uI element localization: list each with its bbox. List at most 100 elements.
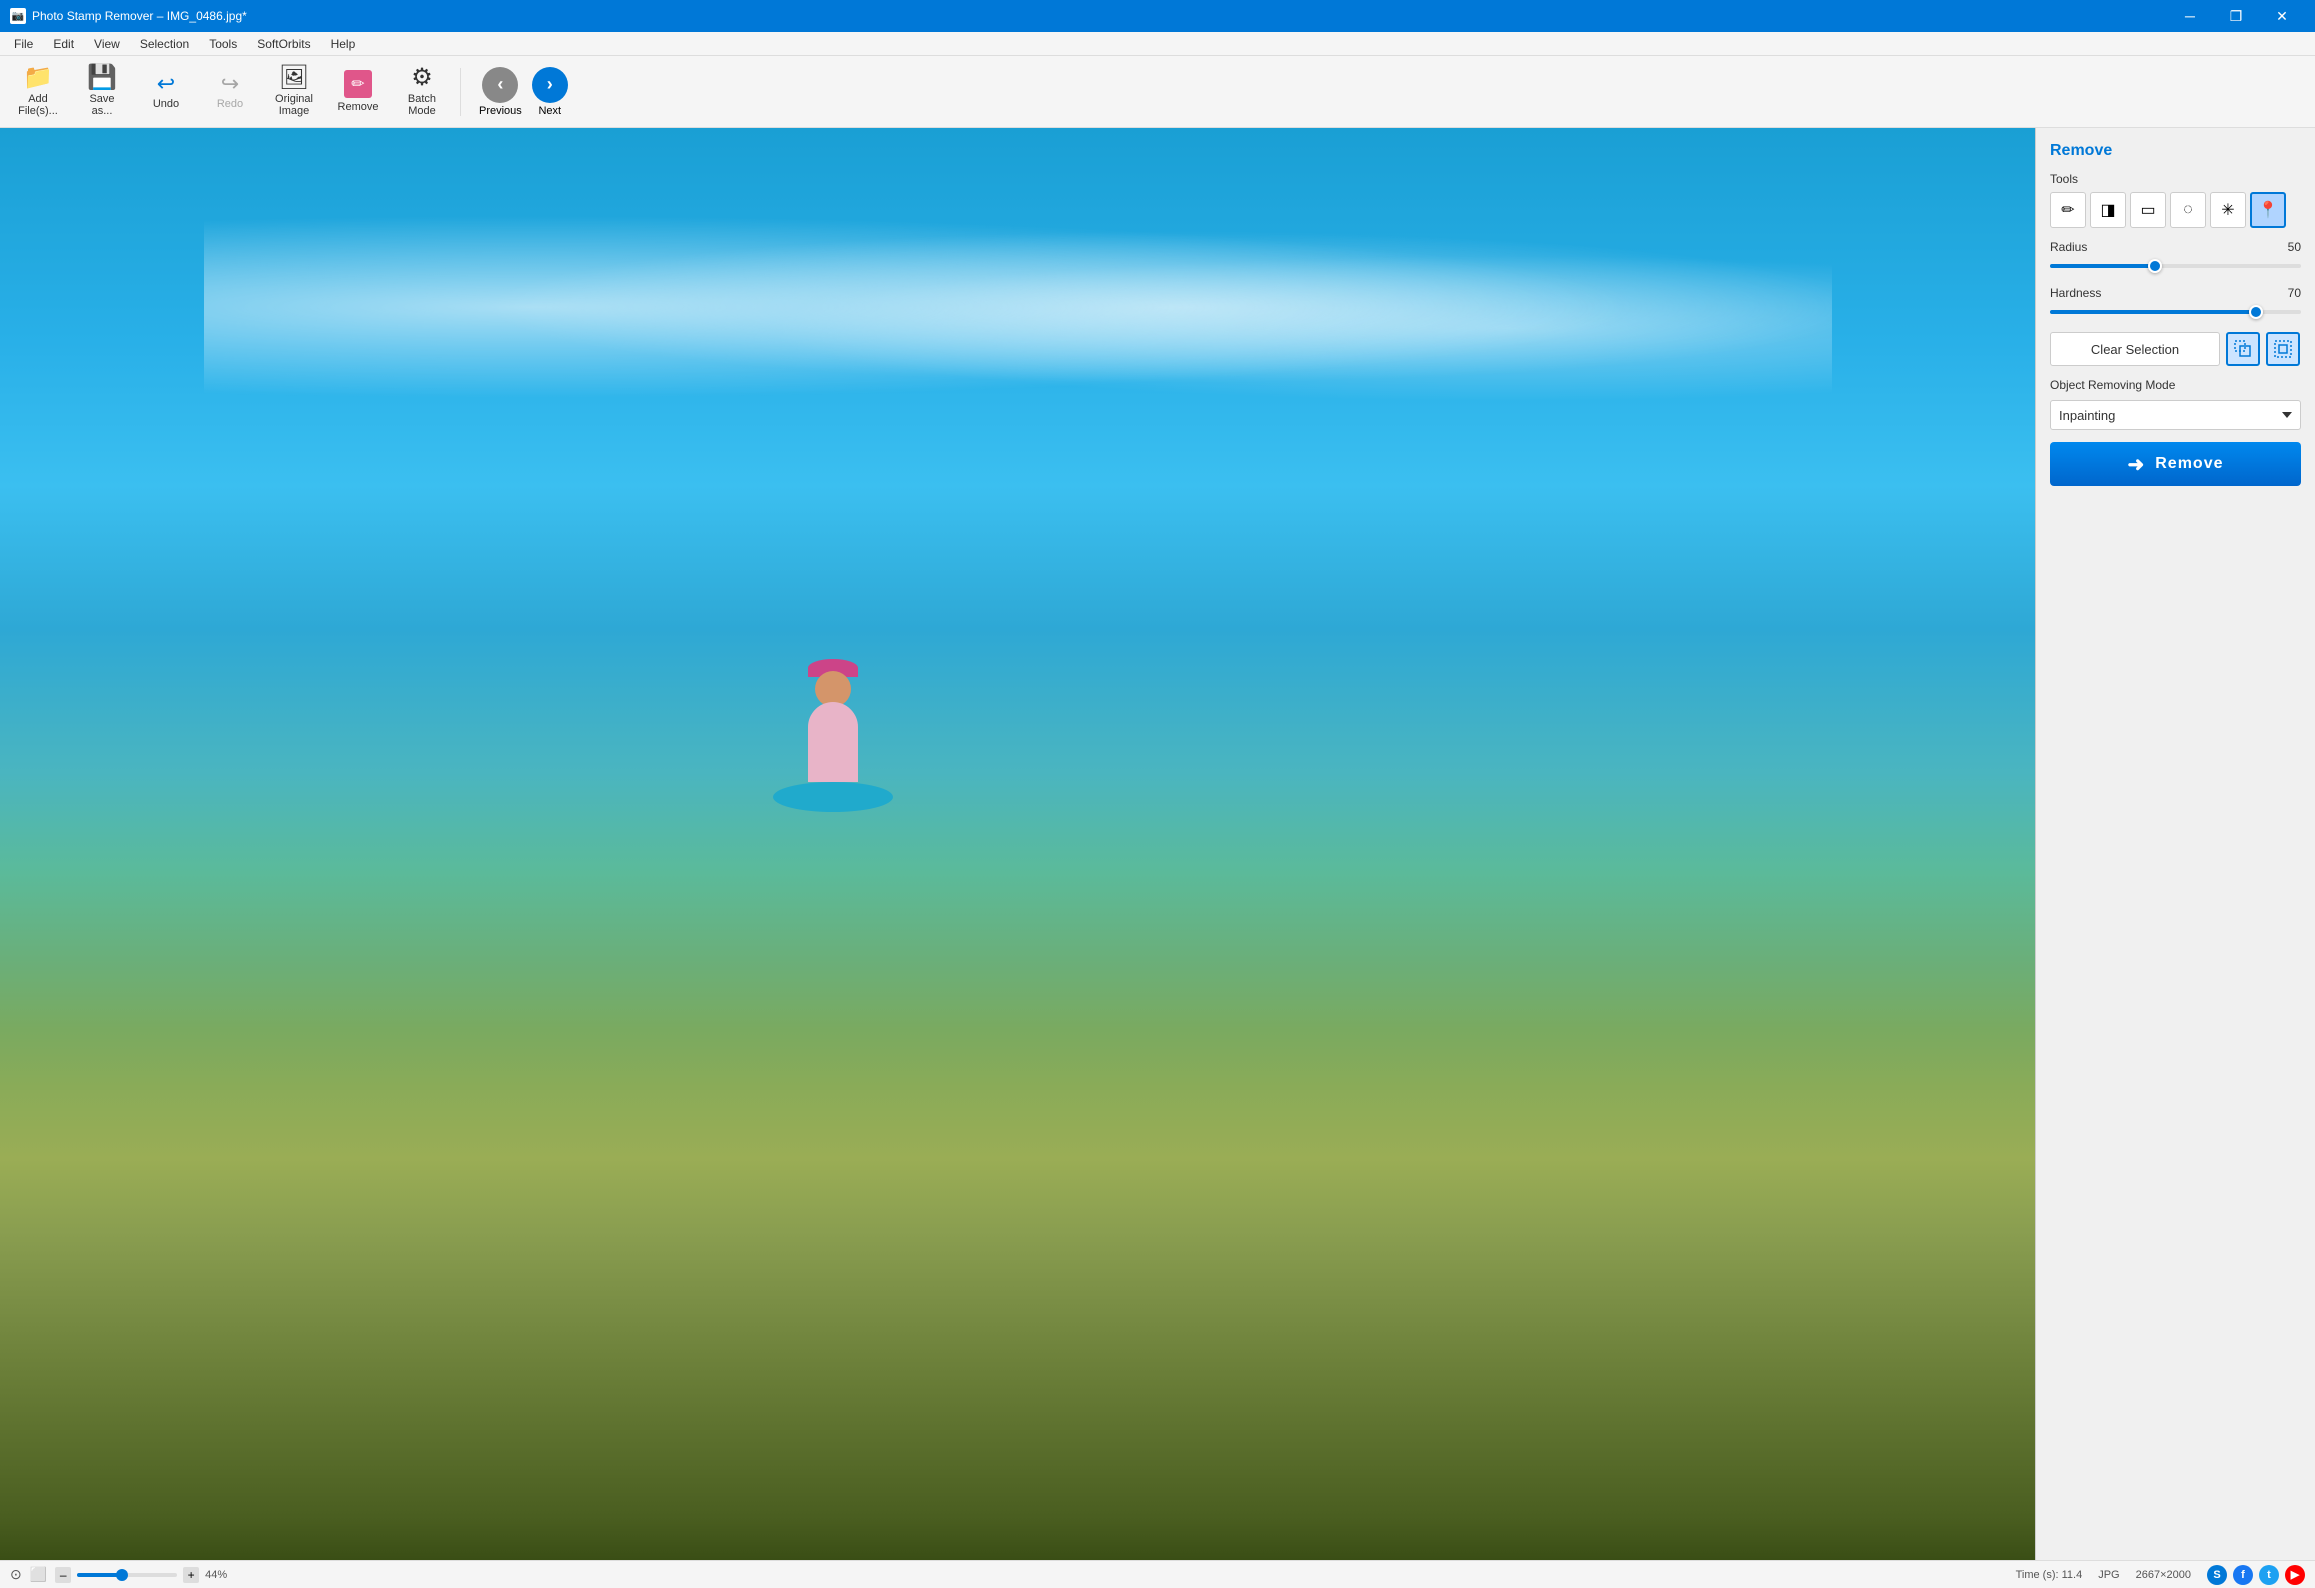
remove-button[interactable]: ➜ Remove [2050,442,2301,486]
twitter-icon[interactable]: t [2259,1565,2279,1585]
contract-selection-icon [2274,340,2292,358]
hardness-fill [2050,310,2256,314]
redo-icon: ↪ [221,73,239,95]
menu-view[interactable]: View [84,35,130,53]
zoom-level: 44% [205,1569,227,1581]
tools-section: Tools ✏ ◨ ▭ ◌ ✳ 📍 [2050,172,2301,228]
radius-track[interactable] [2050,264,2301,268]
undo-icon: ↩ [157,73,175,95]
facebook-icon[interactable]: f [2233,1565,2253,1585]
menu-selection[interactable]: Selection [130,35,199,53]
close-button[interactable]: ✕ [2259,0,2305,32]
menu-file[interactable]: File [4,35,43,53]
zoom-controls: – + 44% [55,1567,227,1583]
next-button[interactable]: › [532,67,568,103]
social-icons: S f t ▶ [2207,1565,2305,1585]
zoom-in-button[interactable]: + [183,1567,199,1583]
app-icon: 📷 [10,8,26,24]
mode-label: Object Removing Mode [2050,378,2301,392]
right-panel: Remove Tools ✏ ◨ ▭ ◌ ✳ 📍 Radius 50 [2035,128,2315,1560]
canvas-area[interactable] [0,128,2035,1560]
save-as-button[interactable]: 💾 Saveas... [72,60,132,124]
mode-dropdown-row: Object Removing Mode Inpainting Content-… [2050,378,2301,430]
title-bar-controls: ─ ❐ ✕ [2167,0,2305,32]
save-label: Saveas... [89,93,114,117]
image-dimensions: 2667×2000 [2136,1569,2191,1581]
mode-dropdown[interactable]: Inpainting Content-Aware Fill Clone [2050,400,2301,430]
hardness-slider-row: Hardness 70 [2050,286,2301,320]
tools-grid: ✏ ◨ ▭ ◌ ✳ 📍 [2050,192,2301,228]
zoom-fit-icon[interactable]: ⊙ [10,1566,22,1583]
next-group: › Next [532,67,568,117]
menu-help[interactable]: Help [321,35,366,53]
menu-softorbits[interactable]: SoftOrbits [247,35,320,53]
tools-label: Tools [2050,172,2301,186]
panel-title: Remove [2050,142,2301,160]
remove-toolbar-button[interactable]: ✏ Remove [328,60,388,124]
original-image-button[interactable]: 🖼 OriginalImage [264,60,324,124]
selection-expand-button[interactable] [2226,332,2260,366]
radius-label: Radius [2050,240,2087,254]
hardness-thumb[interactable] [2249,305,2263,319]
original-image-icon: 🖼 [279,66,309,90]
remove-toolbar-icon: ✏ [344,70,372,98]
previous-label: Previous [479,105,522,117]
time-value: 11.4 [2062,1569,2083,1581]
hardness-label: Hardness [2050,286,2101,300]
selection-contract-button[interactable] [2266,332,2300,366]
redo-button[interactable]: ↪ Redo [200,60,260,124]
zoom-select-icon[interactable]: ⬜ [30,1566,47,1583]
restore-button[interactable]: ❐ [2213,0,2259,32]
zoom-slider-track[interactable] [77,1573,177,1577]
tool-stamp-select[interactable]: 📍 [2250,192,2286,228]
kayak-boat [773,782,893,812]
tool-lasso[interactable]: ◌ [2170,192,2206,228]
youtube-icon[interactable]: ▶ [2285,1565,2305,1585]
radius-fill [2050,264,2155,268]
minimize-button[interactable]: ─ [2167,0,2213,32]
radius-slider-row: Radius 50 [2050,240,2301,274]
undo-button[interactable]: ↩ Undo [136,60,196,124]
undo-label: Undo [153,98,179,110]
status-bar-right: Time (s): 11.4 JPG 2667×2000 S f t ▶ [2016,1565,2305,1585]
title-bar: 📷 Photo Stamp Remover – IMG_0486.jpg* ─ … [0,0,2315,32]
tool-eraser[interactable]: ◨ [2090,192,2126,228]
status-bar: ⊙ ⬜ – + 44% Time (s): 11.4 JPG 2667×2000… [0,1560,2315,1588]
hardness-header: Hardness 70 [2050,286,2301,300]
tool-brush[interactable]: ✏ [2050,192,2086,228]
radius-thumb[interactable] [2148,259,2162,273]
add-files-button[interactable]: 📁 AddFile(s)... [8,60,68,124]
tool-rect-select[interactable]: ▭ [2130,192,2166,228]
nav-group: ‹ Previous › Next [469,67,578,117]
radius-header: Radius 50 [2050,240,2301,254]
save-icon: 💾 [87,66,117,90]
file-format: JPG [2098,1569,2119,1581]
window-title: Photo Stamp Remover – IMG_0486.jpg* [32,9,247,23]
title-bar-left: 📷 Photo Stamp Remover – IMG_0486.jpg* [10,8,247,24]
menu-tools[interactable]: Tools [199,35,247,53]
hardness-value: 70 [2288,286,2301,300]
next-label: Next [538,105,561,117]
batch-mode-button[interactable]: ⚙ BatchMode [392,60,452,124]
previous-button[interactable]: ‹ [482,67,518,103]
softorbits-icon[interactable]: S [2207,1565,2227,1585]
zoom-thumb[interactable] [116,1569,128,1581]
menu-edit[interactable]: Edit [43,35,84,53]
kayak-subject [773,672,893,812]
toolbar-separator [460,68,461,116]
add-files-label: AddFile(s)... [18,93,58,117]
hardness-track[interactable] [2050,310,2301,314]
expand-selection-icon [2234,340,2252,358]
previous-group: ‹ Previous [479,67,522,117]
main-layout: Remove Tools ✏ ◨ ▭ ◌ ✳ 📍 Radius 50 [0,128,2315,1560]
clear-selection-button[interactable]: Clear Selection [2050,332,2220,366]
batch-mode-label: BatchMode [408,93,436,117]
person-body [808,702,858,782]
original-image-label: OriginalImage [275,93,313,117]
selection-tools-row: Clear Selection [2050,332,2301,366]
batch-mode-icon: ⚙ [411,66,433,90]
add-files-icon: 📁 [23,66,53,90]
zoom-out-button[interactable]: – [55,1567,71,1583]
tool-magic-wand[interactable]: ✳ [2210,192,2246,228]
image-canvas[interactable] [0,128,2035,1560]
